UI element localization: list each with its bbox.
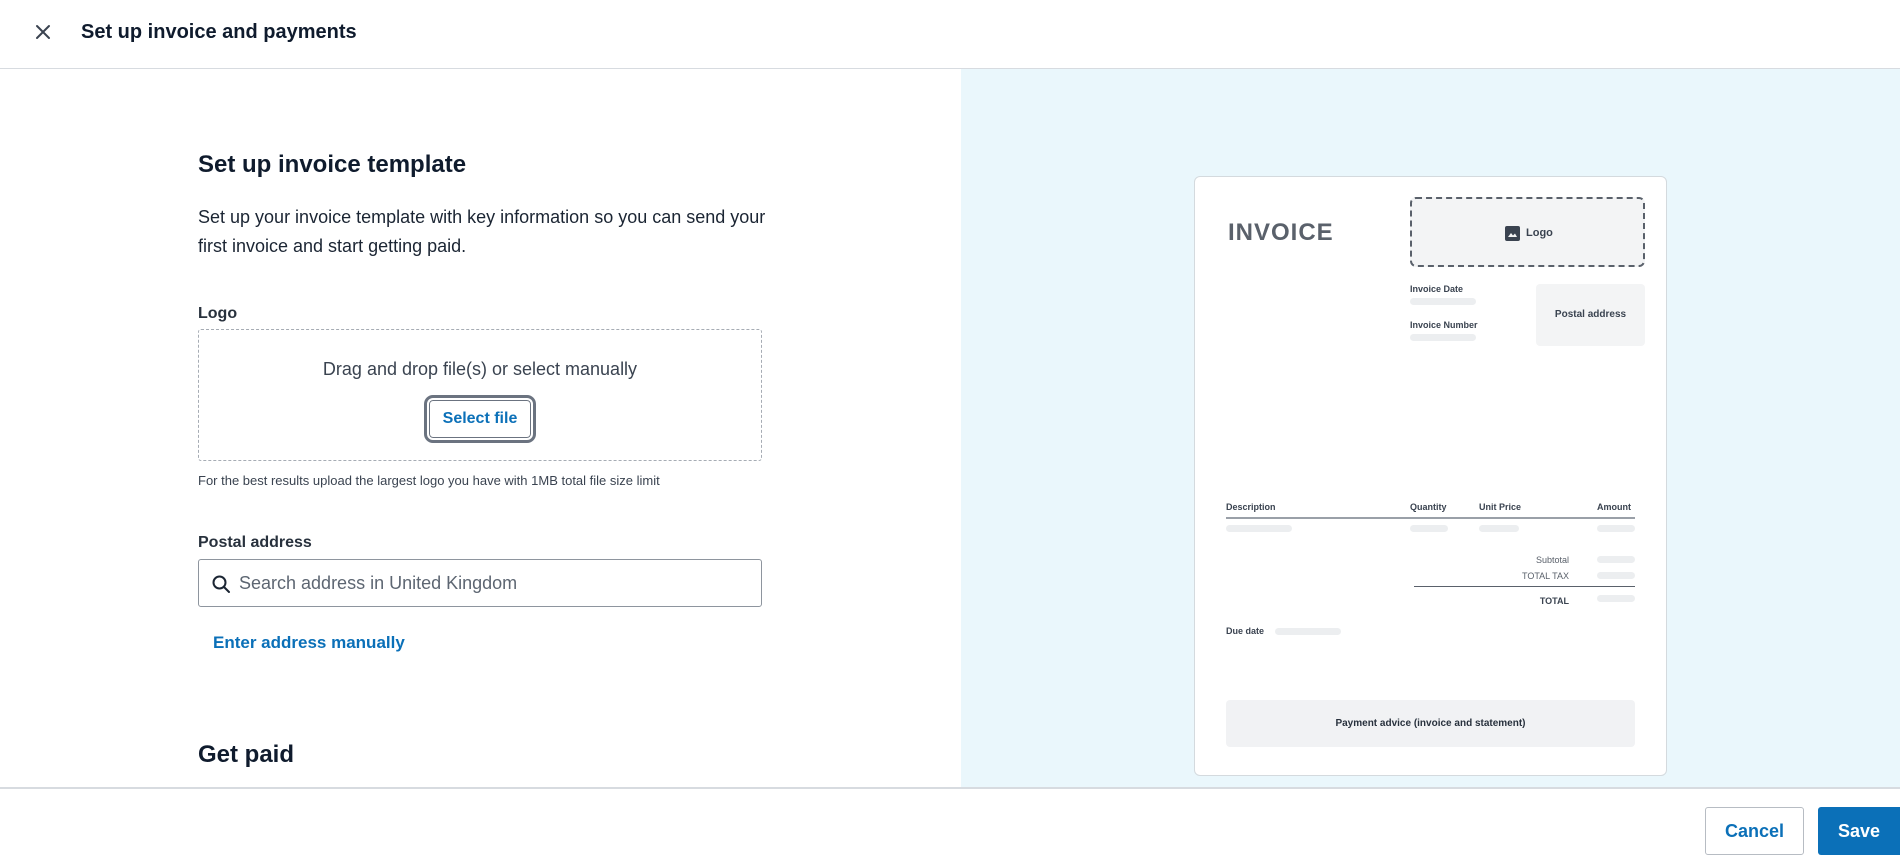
column-quantity: Quantity bbox=[1410, 502, 1447, 512]
image-icon bbox=[1505, 226, 1520, 241]
placeholder-bar bbox=[1226, 525, 1292, 532]
section-title-invoice-template: Set up invoice template bbox=[198, 151, 467, 178]
preview-invoice-date-label: Invoice Date bbox=[1410, 284, 1464, 294]
preview-due-date-label: Due date bbox=[1226, 626, 1265, 636]
search-icon bbox=[212, 575, 230, 593]
preview-total-label: TOTAL bbox=[1539, 596, 1569, 606]
close-button[interactable] bbox=[30, 20, 56, 46]
preview-logo-placeholder: Logo bbox=[1410, 197, 1645, 267]
section-title-get-paid: Get paid bbox=[198, 741, 295, 768]
column-amount: Amount bbox=[1597, 502, 1631, 512]
invoice-preview-panel: INVOICE Logo Invoice Date Invoice Number… bbox=[961, 69, 1900, 787]
preview-postal-address-label: Postal address bbox=[1554, 309, 1627, 320]
table-divider bbox=[1226, 517, 1635, 519]
placeholder-bar bbox=[1597, 556, 1635, 563]
placeholder-bar bbox=[1410, 525, 1448, 532]
postal-address-label: Postal address bbox=[198, 534, 312, 551]
select-file-button[interactable]: Select file bbox=[424, 395, 536, 443]
preview-total-tax-label: TOTAL TAX bbox=[1521, 571, 1569, 581]
preview-payment-advice: Payment advice (invoice and statement) bbox=[1226, 700, 1635, 747]
placeholder-bar bbox=[1597, 572, 1635, 579]
placeholder-bar bbox=[1597, 525, 1635, 532]
form-panel: Set up invoice template Set up your invo… bbox=[0, 69, 961, 787]
totals-divider bbox=[1414, 586, 1635, 587]
column-unit-price: Unit Price bbox=[1479, 502, 1522, 512]
save-button[interactable]: Save bbox=[1818, 807, 1900, 855]
postal-address-input[interactable] bbox=[239, 560, 754, 606]
placeholder-bar bbox=[1410, 298, 1476, 305]
intro-text: Set up your invoice template with key in… bbox=[198, 207, 766, 256]
placeholder-bar bbox=[1275, 628, 1341, 635]
placeholder-bar bbox=[1479, 525, 1519, 532]
preview-subtotal-label: Subtotal bbox=[1535, 555, 1569, 565]
cancel-button[interactable]: Cancel bbox=[1705, 807, 1804, 855]
enter-address-manually-link[interactable]: Enter address manually bbox=[213, 633, 405, 653]
logo-dropzone[interactable]: Drag and drop file(s) or select manually… bbox=[198, 329, 762, 461]
invoice-title: INVOICE bbox=[1228, 219, 1334, 246]
preview-logo-label: Logo bbox=[1526, 227, 1553, 239]
close-icon bbox=[36, 24, 50, 39]
column-description: Description bbox=[1226, 502, 1276, 512]
postal-address-search[interactable] bbox=[198, 559, 762, 607]
invoice-preview-card: INVOICE Logo Invoice Date Invoice Number… bbox=[1194, 176, 1667, 776]
dropzone-text: Drag and drop file(s) or select manually bbox=[322, 359, 638, 379]
page-title: Set up invoice and payments bbox=[81, 21, 357, 43]
preview-payment-advice-label: Payment advice (invoice and statement) bbox=[1335, 718, 1526, 729]
logo-hint: For the best results upload the largest … bbox=[198, 473, 660, 488]
placeholder-bar bbox=[1597, 595, 1635, 602]
placeholder-bar bbox=[1410, 334, 1476, 341]
preview-invoice-number-label: Invoice Number bbox=[1410, 320, 1478, 330]
preview-postal-address: Postal address bbox=[1536, 284, 1645, 346]
footer-bar: Cancel Save bbox=[0, 787, 1900, 855]
logo-label: Logo bbox=[198, 305, 238, 322]
top-bar: Set up invoice and payments bbox=[0, 0, 1900, 69]
